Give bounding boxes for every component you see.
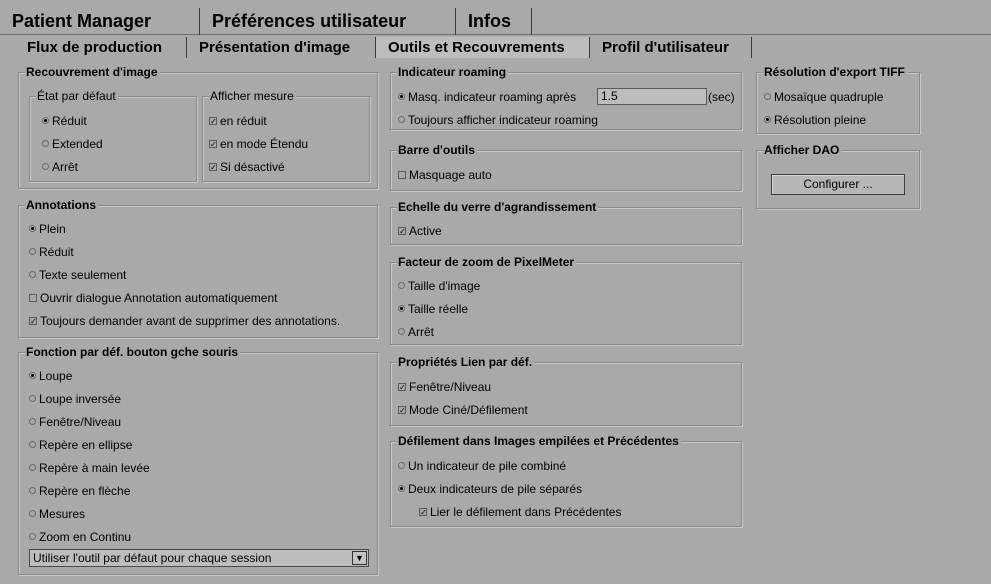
radio-arret[interactable]: Arrêt <box>42 160 78 174</box>
check-magnifier-active[interactable]: Active <box>398 224 442 238</box>
stack-scroll-group: Défilement dans Images empilées et Précé… <box>390 434 742 527</box>
tab-presentation-image[interactable]: Présentation d'image <box>187 37 376 58</box>
radio-annot-reduit[interactable]: Réduit <box>29 245 74 259</box>
radio-hide-roaming[interactable]: Masq. indicateur roaming après <box>398 90 576 104</box>
radio-repere-main-levee[interactable]: Repère à main levée <box>29 461 150 475</box>
radio-loupe-inversee[interactable]: Loupe inversée <box>29 392 121 406</box>
tab-flux-de-production[interactable]: Flux de production <box>15 37 187 58</box>
show-measure-group: Afficher mesure en réduit en mode Étendu… <box>202 89 370 182</box>
radio-annot-texte[interactable]: Texte seulement <box>29 268 126 282</box>
roaming-title: Indicateur roaming <box>397 65 509 79</box>
radio-mesures[interactable]: Mesures <box>29 507 85 521</box>
toolbar-title: Barre d'outils <box>397 143 477 157</box>
sub-tab-bar: Flux de production Présentation d'image … <box>0 35 991 58</box>
tab-outils-et-recouvrements[interactable]: Outils et Recouvrements <box>376 37 590 58</box>
annotations-title: Annotations <box>25 198 98 212</box>
radio-taille-image[interactable]: Taille d'image <box>398 279 480 293</box>
check-si-desactive[interactable]: Si désactivé <box>209 160 285 174</box>
link-props-group: Propriétés Lien par déf. Fenêtre/Niveau … <box>390 355 742 426</box>
check-link-mode-cine[interactable]: Mode Ciné/Défilement <box>398 403 528 417</box>
roaming-delay-input[interactable]: 1.5 <box>597 88 707 105</box>
roaming-group: Indicateur roaming Masq. indicateur roam… <box>390 65 742 130</box>
show-measure-title: Afficher mesure <box>209 89 296 103</box>
pixelmeter-title: Facteur de zoom de PixelMeter <box>397 255 577 269</box>
dao-group: Afficher DAO Configurer ... <box>756 143 920 209</box>
tab-profil-utilisateur[interactable]: Profil d'utilisateur <box>590 37 752 58</box>
radio-repere-ellipse[interactable]: Repère en ellipse <box>29 438 132 452</box>
dao-title: Afficher DAO <box>763 143 842 157</box>
radio-repere-fleche[interactable]: Repère en flèche <box>29 484 130 498</box>
chevron-down-icon[interactable]: ▼ <box>352 551 367 565</box>
radio-extended[interactable]: Extended <box>42 137 103 151</box>
toolbar-group: Barre d'outils Masquage auto <box>390 143 742 191</box>
image-overlay-group: Recouvrement d'image État par défaut Réd… <box>18 65 378 189</box>
radio-pixelmeter-arret[interactable]: Arrêt <box>398 325 434 339</box>
magnifier-group: Echelle du verre d'agrandissement Active <box>390 200 742 245</box>
tiff-group: Résolution d'export TIFF Mosaïque quadru… <box>756 65 920 134</box>
radio-resolution-pleine[interactable]: Résolution pleine <box>764 113 866 127</box>
radio-fenetre-niveau[interactable]: Fenêtre/Niveau <box>29 415 121 429</box>
check-en-mode-etendu[interactable]: en mode Étendu <box>209 137 308 151</box>
check-open-annotation-dialog[interactable]: Ouvrir dialogue Annotation automatiqueme… <box>29 291 278 305</box>
top-tab-bar: Patient Manager Préférences utilisateur … <box>0 0 991 35</box>
magnifier-title: Echelle du verre d'agrandissement <box>397 200 599 214</box>
radio-separate-indicators[interactable]: Deux indicateurs de pile séparés <box>398 482 582 496</box>
default-state-title: État par défaut <box>36 89 118 103</box>
roaming-unit-label: (sec) <box>708 90 735 104</box>
annotations-group: Annotations Plein Réduit Texte seulement… <box>18 198 378 338</box>
check-link-fenetre-niveau[interactable]: Fenêtre/Niveau <box>398 380 491 394</box>
link-props-title: Propriétés Lien par déf. <box>397 355 535 369</box>
radio-combined-indicator[interactable]: Un indicateur de pile combiné <box>398 459 566 473</box>
radio-reduit[interactable]: Réduit <box>42 114 87 128</box>
check-link-scroll-precedentes[interactable]: Lier le défilement dans Précédentes <box>419 505 621 519</box>
default-tool-dropdown-value: Utiliser l'outil par défaut pour chaque … <box>33 551 272 565</box>
left-button-group: Fonction par déf. bouton gche souris Lou… <box>18 345 378 575</box>
radio-always-show-roaming[interactable]: Toujours afficher indicateur roaming <box>398 113 598 127</box>
radio-zoom-continu[interactable]: Zoom en Continu <box>29 530 131 544</box>
tab-patient-manager[interactable]: Patient Manager <box>0 8 200 35</box>
left-button-title: Fonction par déf. bouton gche souris <box>25 345 240 359</box>
tab-infos[interactable]: Infos <box>456 8 532 35</box>
stack-scroll-title: Défilement dans Images empilées et Précé… <box>397 434 681 448</box>
tiff-title: Résolution d'export TIFF <box>763 65 907 79</box>
radio-loupe[interactable]: Loupe <box>29 369 72 383</box>
radio-mosaique-quadruple[interactable]: Mosaïque quadruple <box>764 90 883 104</box>
pixelmeter-group: Facteur de zoom de PixelMeter Taille d'i… <box>390 255 742 345</box>
check-en-reduit[interactable]: en réduit <box>209 114 267 128</box>
check-confirm-delete-annotations[interactable]: Toujours demander avant de supprimer des… <box>29 314 340 328</box>
check-auto-hide[interactable]: Masquage auto <box>398 168 492 182</box>
configure-dao-button[interactable]: Configurer ... <box>771 174 905 195</box>
tab-preferences-utilisateur[interactable]: Préférences utilisateur <box>200 8 456 35</box>
radio-annot-plein[interactable]: Plein <box>29 222 66 236</box>
radio-taille-reelle[interactable]: Taille réelle <box>398 302 468 316</box>
default-tool-dropdown[interactable]: Utiliser l'outil par défaut pour chaque … <box>29 549 369 567</box>
image-overlay-title: Recouvrement d'image <box>25 65 160 79</box>
default-state-group: État par défaut Réduit Extended Arrêt <box>29 89 197 182</box>
